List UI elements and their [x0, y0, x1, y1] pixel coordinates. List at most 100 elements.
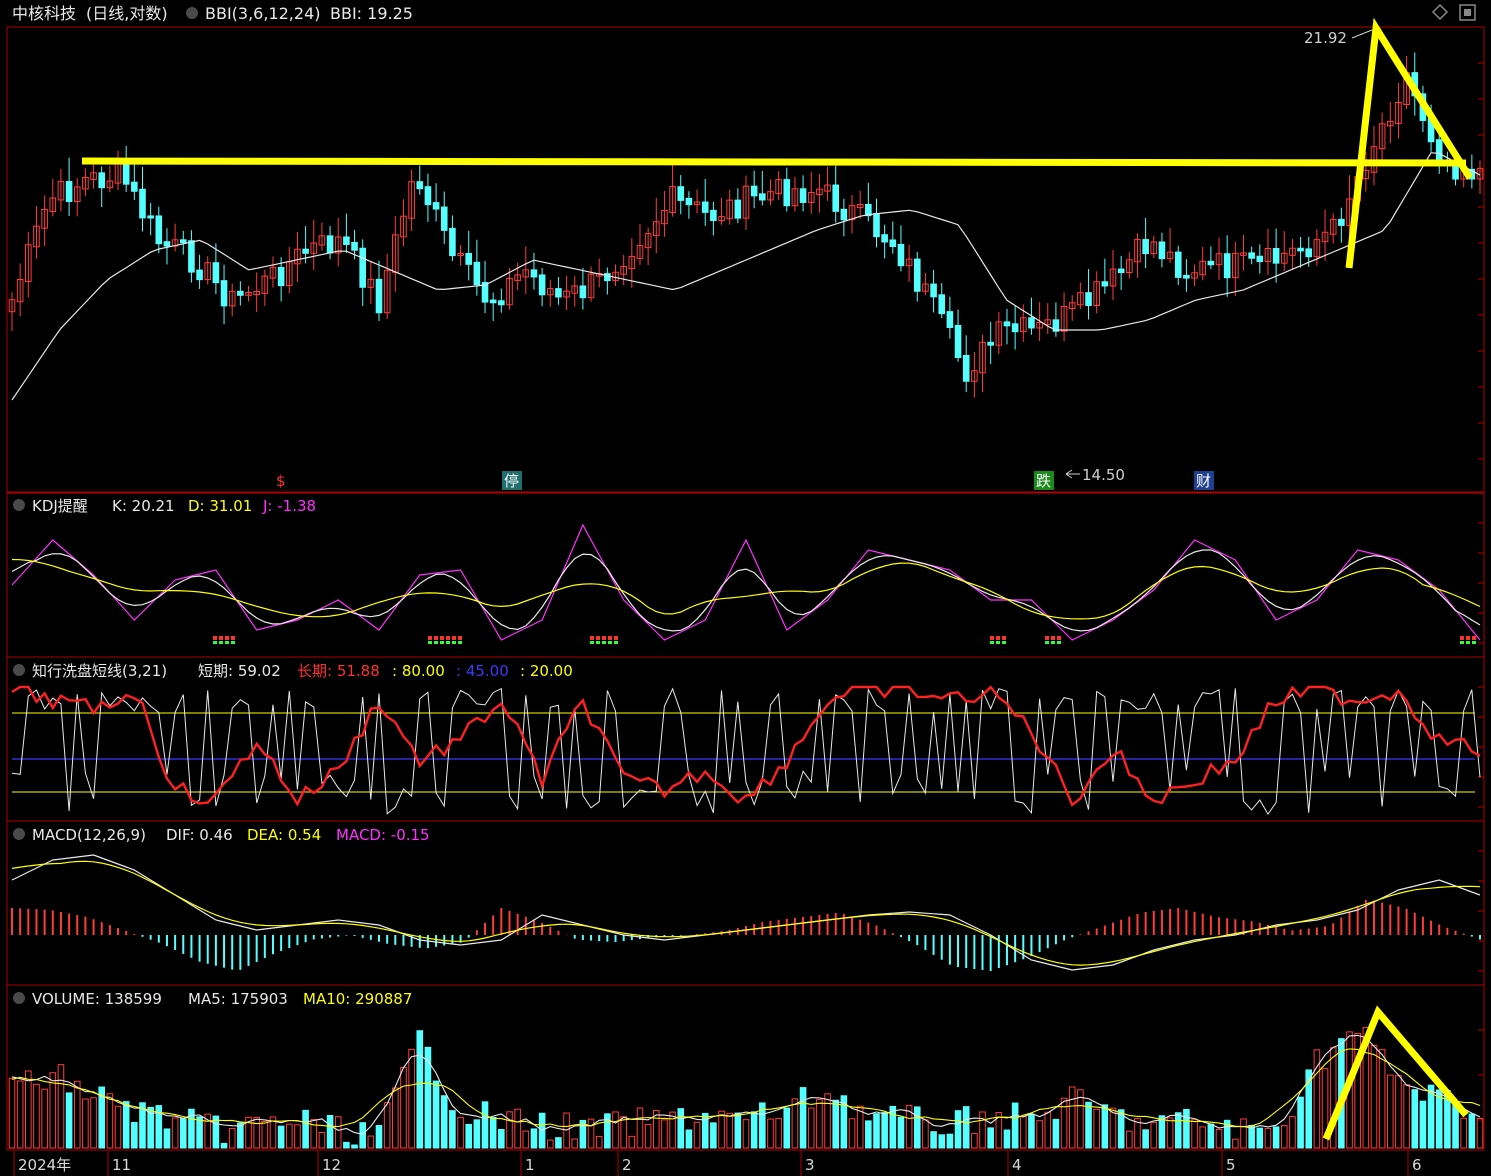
kdj-signal-dot — [1472, 641, 1476, 644]
volume-bar — [122, 1101, 130, 1149]
volume-bar — [326, 1114, 334, 1149]
macd-title[interactable]: MACD(12,26,9) — [32, 826, 146, 844]
volume-bars — [8, 1027, 1484, 1149]
volume-bar — [1199, 1126, 1207, 1149]
volume-bar — [726, 1112, 733, 1149]
candle-body — [65, 181, 73, 202]
volume-bar — [546, 1139, 554, 1149]
wash-level-20: : 20.00 — [520, 662, 573, 680]
kdj-signal-dot — [1466, 636, 1470, 640]
volume-bar — [571, 1138, 579, 1149]
candle-body — [1101, 281, 1109, 287]
date-label: 6 — [1412, 1156, 1422, 1174]
kdj-signal-dot — [1002, 636, 1006, 640]
collapse-icon[interactable] — [186, 7, 198, 19]
candle-body — [416, 181, 424, 190]
volume-bar — [742, 1119, 750, 1149]
candle-body — [302, 248, 309, 254]
marker-fin[interactable]: 财 — [1196, 472, 1211, 490]
date-label: 5 — [1226, 1156, 1236, 1174]
volume-bar — [1264, 1127, 1272, 1149]
volume-bar — [530, 1128, 538, 1149]
wash-collapse-icon[interactable] — [13, 664, 25, 676]
date-label: 1 — [525, 1156, 535, 1174]
volume-bar — [1166, 1117, 1174, 1149]
volume-bar — [465, 1123, 473, 1149]
volume-bar — [1158, 1115, 1166, 1149]
volume-bar — [310, 1118, 318, 1149]
candle-body — [440, 206, 448, 231]
diamond-icon[interactable] — [1431, 3, 1449, 21]
price-candles — [8, 52, 1484, 401]
volume-bar — [57, 1064, 65, 1149]
candle-body — [155, 215, 163, 245]
volume-bar — [718, 1110, 725, 1149]
kdj-signal-dot — [428, 641, 432, 644]
candle-body — [799, 188, 807, 203]
volume-bar — [1060, 1097, 1068, 1149]
marker-dollar[interactable]: $ — [276, 472, 286, 490]
candle-body — [1003, 321, 1011, 327]
volume-bar — [1036, 1120, 1043, 1149]
candle-body — [1142, 239, 1149, 255]
bbi-indicator-name[interactable]: BBI(3,6,12,24) — [205, 4, 321, 23]
candle-body — [604, 273, 611, 282]
volume-ma10-value: MA10: 290887 — [303, 990, 412, 1008]
volume-bar — [1052, 1118, 1060, 1149]
kdj-k-line — [11, 549, 1481, 632]
volume-bar — [807, 1107, 815, 1149]
kdj-signal-dot — [452, 636, 456, 640]
candle-body — [938, 294, 946, 315]
volume-bar — [555, 1137, 562, 1149]
kdj-signal-dot — [608, 636, 612, 640]
volume-bar — [636, 1107, 644, 1149]
volume-bar — [82, 1098, 89, 1149]
volume-bar — [954, 1110, 962, 1149]
kdj-signal-dot — [213, 641, 217, 644]
wash-level-45: : 45.00 — [456, 662, 509, 680]
volume-bar — [644, 1123, 652, 1149]
kdj-d-value: D: 31.01 — [188, 497, 252, 515]
wash-short-value: 短期: 59.02 — [198, 662, 281, 680]
volume-bar — [473, 1119, 481, 1149]
candle-body — [701, 201, 709, 213]
volume-bar — [8, 1077, 16, 1149]
volume-bar — [1386, 1074, 1394, 1149]
marker-fall[interactable]: 跌 — [1036, 472, 1051, 490]
volume-bar — [1028, 1113, 1035, 1149]
volume-bar — [1109, 1107, 1117, 1149]
candle-body — [677, 186, 685, 201]
volume-bar — [1468, 1113, 1476, 1149]
volume-collapse-icon[interactable] — [13, 992, 25, 1004]
volume-bar — [710, 1122, 717, 1149]
marker-stop[interactable]: 停 — [504, 472, 519, 490]
volume-bar — [693, 1121, 701, 1149]
volume-bar — [604, 1113, 611, 1149]
kdj-signal-dot — [213, 636, 217, 640]
kdj-collapse-icon[interactable] — [13, 499, 25, 511]
macd-dif-value: DIF: 0.46 — [166, 826, 233, 844]
volume-bar — [114, 1105, 122, 1149]
kdj-signal-dot — [590, 636, 594, 640]
kdj-title[interactable]: KDJ提醒 — [32, 497, 88, 515]
high-price-label: 21.92 — [1304, 29, 1347, 47]
volume-bar — [750, 1111, 758, 1149]
volume-bar — [775, 1117, 782, 1149]
volume-bar — [1215, 1129, 1223, 1149]
volume-bar — [131, 1121, 138, 1149]
wash-title[interactable]: 知行洗盘短线(3,21) — [32, 662, 167, 680]
volume-bar — [220, 1142, 228, 1149]
kdj-j-value: J: -1.38 — [262, 497, 316, 515]
volume-bar — [1272, 1126, 1280, 1149]
candle-body — [759, 193, 766, 201]
volume-bar — [506, 1111, 513, 1149]
volume-bar — [383, 1102, 391, 1149]
kdj-signal-dot — [1045, 636, 1049, 640]
kdj-signal-dot — [458, 641, 462, 644]
volume-bar — [767, 1118, 774, 1149]
volume-bar — [783, 1107, 791, 1149]
volume-title[interactable]: VOLUME: 138599 — [32, 990, 162, 1008]
date-label: 11 — [112, 1156, 131, 1174]
volume-bar — [179, 1118, 187, 1149]
macd-collapse-icon[interactable] — [13, 828, 25, 840]
